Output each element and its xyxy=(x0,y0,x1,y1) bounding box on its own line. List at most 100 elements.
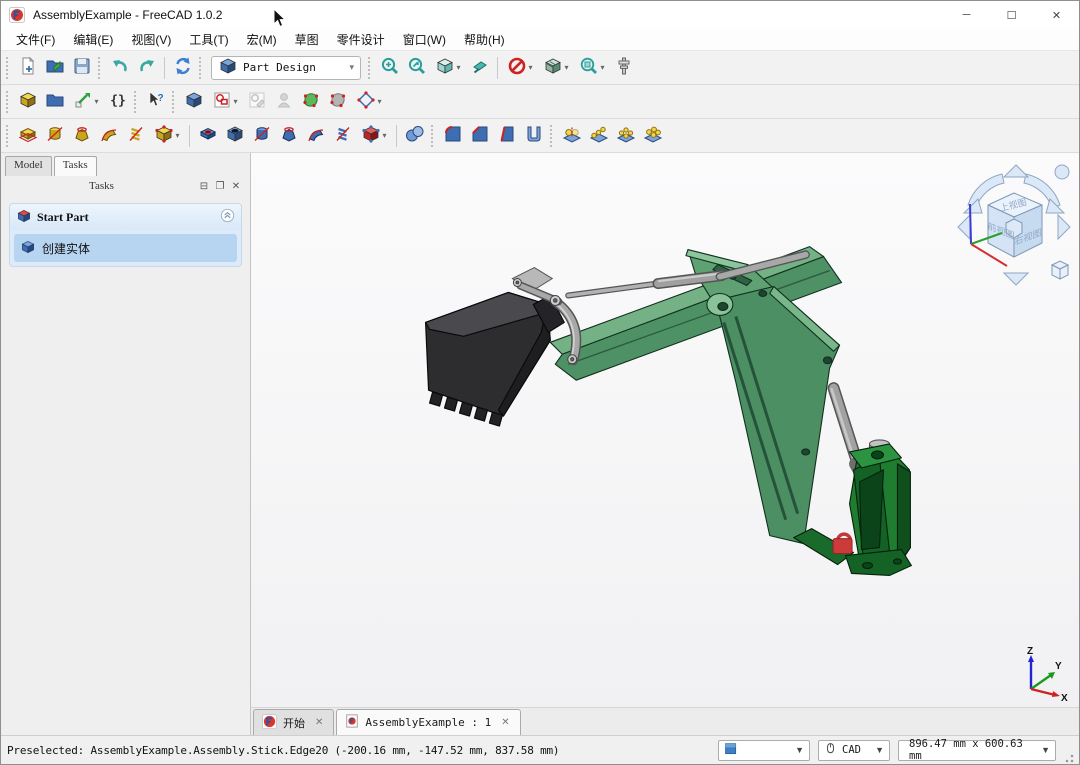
menu-edit[interactable]: 编辑(E) xyxy=(64,29,122,50)
shape-binder-button[interactable] xyxy=(324,88,351,115)
statusbar: Preselected: AssemblyExample.Assembly.St… xyxy=(1,735,1079,764)
navigation-cube[interactable]: 上视图 前视图 右视图 xyxy=(954,161,1074,291)
texture-view-button[interactable]: ▾ xyxy=(538,54,574,81)
3d-viewport[interactable]: 上视图 前视图 右视图 xyxy=(251,153,1079,707)
groove-button[interactable] xyxy=(248,122,275,149)
chevron-down-icon: ▾ xyxy=(600,63,604,72)
redo-button[interactable] xyxy=(133,54,160,81)
undo-button[interactable] xyxy=(106,54,133,81)
collapse-chevron-icon[interactable] xyxy=(220,208,235,226)
document-tab-0[interactable]: 开始✕ xyxy=(253,709,334,735)
fit-selection-button[interactable] xyxy=(403,54,430,81)
additive-loft-button[interactable] xyxy=(68,122,95,149)
toolbar-drag-handle[interactable] xyxy=(6,57,10,79)
menu-help[interactable]: 帮助(H) xyxy=(455,29,514,50)
draft-button[interactable] xyxy=(493,122,520,149)
toolbar-drag-handle[interactable] xyxy=(199,57,203,79)
minimize-button[interactable]: ─ xyxy=(944,1,989,29)
create-part-button[interactable] xyxy=(14,88,41,115)
additive-helix-button[interactable] xyxy=(122,122,149,149)
menu-macro[interactable]: 宏(M) xyxy=(238,29,286,50)
toolbar-drag-handle[interactable] xyxy=(98,57,102,79)
menu-windows[interactable]: 窗口(W) xyxy=(394,29,455,50)
pad-button[interactable] xyxy=(14,122,41,149)
axis-z-label: Z xyxy=(1027,646,1033,657)
viewport-size-selector[interactable]: 896.47 mm x 600.63 mm▼ xyxy=(898,740,1056,761)
tab-close-icon[interactable]: ✕ xyxy=(499,717,511,728)
toolbar-drag-handle[interactable] xyxy=(6,125,10,147)
document-tab-1[interactable]: AssemblyExample : 1✕ xyxy=(336,709,520,735)
maximize-button[interactable]: ☐ xyxy=(989,1,1034,29)
toolbar-drag-handle[interactable] xyxy=(134,91,138,113)
measure-button[interactable] xyxy=(610,54,637,81)
linear-pattern-button[interactable] xyxy=(585,122,612,149)
draw-style-selector[interactable]: ▼ xyxy=(718,740,810,761)
toolbar-drag-handle[interactable] xyxy=(172,91,176,113)
dock-close-icon[interactable]: ✕ xyxy=(228,178,244,194)
close-button[interactable]: ✕ xyxy=(1034,1,1079,29)
create-body-task-item[interactable]: 创建实体 xyxy=(14,234,237,262)
tab-close-icon[interactable]: ✕ xyxy=(313,717,325,728)
start-part-header[interactable]: Start Part xyxy=(10,204,241,230)
chevron-down-icon: ▾ xyxy=(377,97,381,106)
toolbar-drag-handle[interactable] xyxy=(368,57,372,79)
fillet-button[interactable] xyxy=(439,122,466,149)
subtractive-primitive-button[interactable]: ▾ xyxy=(356,122,392,149)
revolution-button[interactable] xyxy=(41,122,68,149)
subtractive-loft-button[interactable] xyxy=(275,122,302,149)
new-file-icon xyxy=(18,56,38,79)
create-varset-button[interactable]: {} xyxy=(104,88,131,115)
toolbar-drag-handle[interactable] xyxy=(550,125,554,147)
menu-view[interactable]: 视图(V) xyxy=(122,29,180,50)
map-sketch-button xyxy=(270,88,297,115)
workbench-selector[interactable]: Part Design▾ xyxy=(211,56,361,80)
freecad-logo xyxy=(262,714,277,732)
sync-view-button[interactable] xyxy=(466,54,493,81)
pad-icon xyxy=(18,124,38,147)
boolean-operation-button[interactable] xyxy=(401,122,428,149)
open-file-button[interactable] xyxy=(41,54,68,81)
whats-this-button[interactable]: ? xyxy=(142,88,169,115)
subtractive-sweep-button[interactable] xyxy=(302,122,329,149)
dock-tab-model[interactable]: Model xyxy=(5,156,52,176)
toolbar-drag-handle[interactable] xyxy=(431,125,435,147)
clipping-plane-button[interactable]: ▾ xyxy=(502,54,538,81)
subtractive-helix-button[interactable] xyxy=(329,122,356,149)
polar-pattern-button[interactable] xyxy=(612,122,639,149)
mirrored-button[interactable] xyxy=(558,122,585,149)
axonometric-view-button[interactable]: ▾ xyxy=(430,54,466,81)
new-file-button[interactable] xyxy=(14,54,41,81)
additive-sweep-button[interactable] xyxy=(95,122,122,149)
left-dock-panel: Model Tasks Tasks ⊟ ❐ ✕ Start Part xyxy=(1,153,251,735)
dock-restore-icon[interactable]: ⊟ xyxy=(196,178,212,194)
hole-button[interactable] xyxy=(221,122,248,149)
fit-all-button[interactable] xyxy=(376,54,403,81)
menu-tools[interactable]: 工具(T) xyxy=(180,29,237,50)
toolbar-drag-handle[interactable] xyxy=(6,91,10,113)
dock-tab-tasks[interactable]: Tasks xyxy=(54,156,97,176)
subtractive-sweep-icon xyxy=(306,124,326,147)
thickness-button[interactable] xyxy=(520,122,547,149)
validate-sketch-button[interactable] xyxy=(297,88,324,115)
zoom-tools-button[interactable]: ▾ xyxy=(574,54,610,81)
toolbar-row-structure: ▾{}?▾▾ xyxy=(1,85,1079,119)
additive-primitive-icon xyxy=(154,124,174,147)
create-body-button[interactable] xyxy=(180,88,207,115)
chamfer-button[interactable] xyxy=(466,122,493,149)
create-sketch-button[interactable]: ▾ xyxy=(207,88,243,115)
pocket-button[interactable] xyxy=(194,122,221,149)
refresh-button[interactable] xyxy=(169,54,196,81)
additive-primitive-button[interactable]: ▾ xyxy=(149,122,185,149)
menu-partdesign[interactable]: 零件设计 xyxy=(328,29,394,50)
navigation-style-selector[interactable]: CAD▼ xyxy=(818,740,890,761)
menu-sketch[interactable]: 草图 xyxy=(286,29,328,50)
make-link-button[interactable]: ▾ xyxy=(68,88,104,115)
pocket-icon xyxy=(198,124,218,147)
multitransform-button[interactable] xyxy=(639,122,666,149)
save-button[interactable] xyxy=(68,54,95,81)
resize-grip[interactable] xyxy=(1062,751,1075,764)
menu-file[interactable]: 文件(F) xyxy=(7,29,64,50)
dock-float-icon[interactable]: ❐ xyxy=(212,178,228,194)
create-datum-button[interactable]: ▾ xyxy=(351,88,387,115)
create-group-button[interactable] xyxy=(41,88,68,115)
